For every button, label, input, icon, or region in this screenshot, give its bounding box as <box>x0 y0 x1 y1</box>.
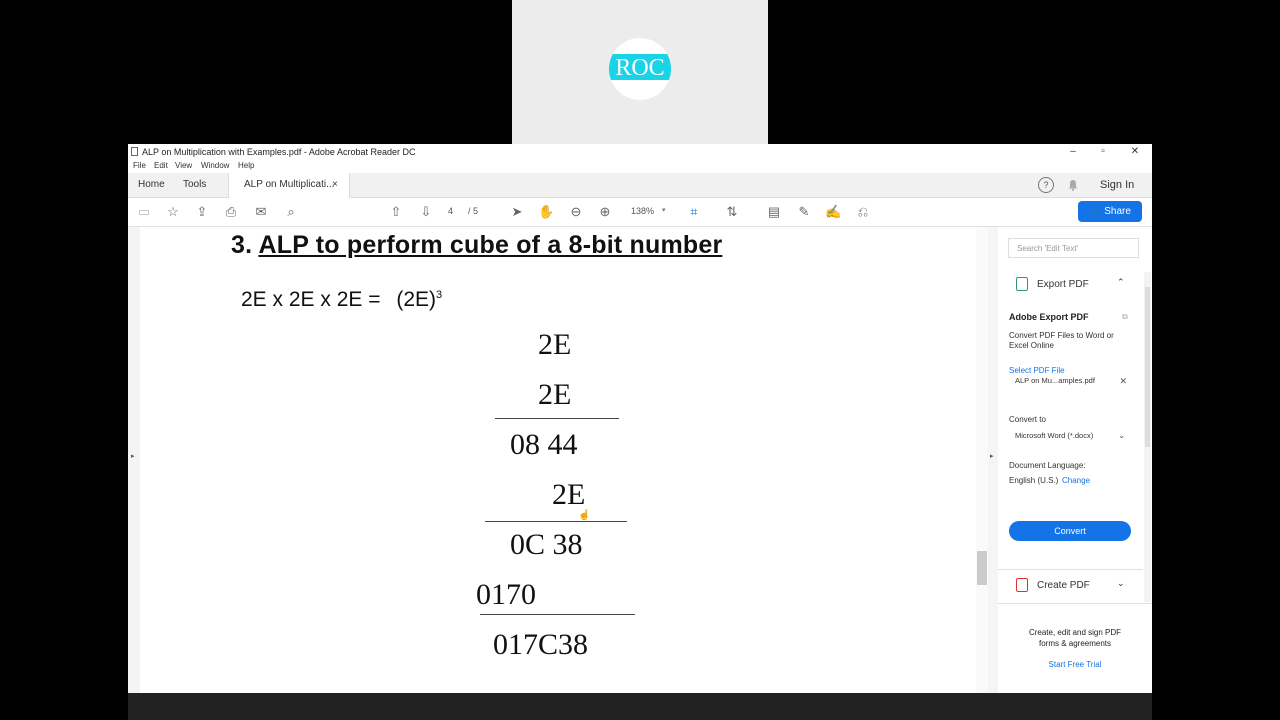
format-value: Microsoft Word (*.docx) <box>1015 431 1094 440</box>
panel-search-input[interactable]: Search 'Edit Text' <box>1008 238 1139 258</box>
work-row-2: 2E <box>538 378 572 411</box>
export-description: Convert PDF Files to Word or Excel Onlin… <box>1009 331 1114 350</box>
remove-file-icon[interactable]: ✕ <box>1119 372 1127 390</box>
menu-file[interactable]: File <box>133 161 146 170</box>
page-heading: 3. ALP to perform cube of a 8-bit number <box>231 231 722 260</box>
tab-close-icon[interactable]: × <box>332 173 338 197</box>
equation-exponent: 3 <box>436 289 443 301</box>
window-title: ALP on Multiplication with Examples.pdf … <box>142 147 416 157</box>
equation-right: (2E) <box>396 288 437 311</box>
close-window-button[interactable]: ✕ <box>1120 145 1150 159</box>
left-pane-toggle[interactable]: ▸ <box>128 227 140 693</box>
menu-window[interactable]: Window <box>201 161 229 170</box>
convert-button[interactable]: Convert <box>1009 521 1131 541</box>
print-icon[interactable]: ⎙ <box>223 204 239 220</box>
menu-view[interactable]: View <box>175 161 192 170</box>
work-row-1: 2E <box>538 328 572 361</box>
hand-cursor-icon: ☝ <box>578 510 591 521</box>
highlight-pen-icon[interactable]: ✎ <box>796 204 812 220</box>
tab-document-label: ALP on Multiplicati... <box>244 179 335 190</box>
help-icon[interactable]: ? <box>1038 177 1054 193</box>
draw-icon[interactable]: ✍ <box>825 204 841 220</box>
doc-language-value: English (U.S.) <box>1009 476 1059 485</box>
upload-icon[interactable]: ⇪ <box>194 204 210 220</box>
start-trial-link[interactable]: Start Free Trial <box>1018 660 1132 669</box>
promo-text: Create, edit and sign PDF forms & agreem… <box>1028 628 1122 648</box>
toolbar: ▭ ☆ ⇪ ⎙ ✉ ⌕ ⇧ ⇩ 4 / 5 ➤ ✋ ⊖ ⊕ 138% ▾ ⌗ ⇅… <box>128 198 1152 227</box>
zoom-level[interactable]: 138% <box>631 206 654 216</box>
copy-icon[interactable]: ⧉ <box>1122 312 1128 322</box>
equation-left: 2E x 2E x 2E = <box>241 288 381 311</box>
heading-number: 3. <box>231 231 253 259</box>
taskbar-strip <box>128 693 1152 720</box>
heading-text: ALP to perform cube of a 8-bit number <box>258 231 723 259</box>
share-button[interactable]: 👤 Share <box>1078 201 1142 222</box>
search-icon[interactable]: ⌕ <box>283 204 299 220</box>
minimize-button[interactable]: – <box>1058 145 1088 159</box>
zoom-dropdown-icon[interactable]: ▾ <box>662 206 666 214</box>
scroll-mode-icon[interactable]: ⇅ <box>724 204 740 220</box>
maximize-button[interactable]: ▫ <box>1088 145 1118 159</box>
acrobat-window: ALP on Multiplication with Examples.pdf … <box>128 144 1152 693</box>
menu-edit[interactable]: Edit <box>154 161 168 170</box>
fit-page-icon[interactable]: ⌗ <box>686 204 702 220</box>
format-select[interactable]: Microsoft Word (*.docx) ⌄ <box>1009 427 1131 445</box>
work-row-3: 08 44 <box>510 428 578 461</box>
cube-equation: 2E x 2E x 2E = (2E)3 <box>241 288 442 312</box>
export-pdf-title[interactable]: Export PDF <box>1037 279 1089 290</box>
page-down-icon[interactable]: ⇩ <box>418 204 434 220</box>
share-user-icon: 👤 <box>1089 206 1105 217</box>
tab-home[interactable]: Home <box>138 173 165 197</box>
selected-file: ALP on Mu...amples.pdf ✕ <box>1009 372 1131 390</box>
work-rule-3 <box>480 614 635 615</box>
tab-tools[interactable]: Tools <box>183 173 206 197</box>
file-name: ALP on Mu...amples.pdf <box>1015 376 1095 385</box>
comment-icon[interactable]: ▤ <box>766 204 782 220</box>
select-cursor-icon[interactable]: ➤ <box>509 204 525 220</box>
channel-logo: ROC <box>609 38 671 100</box>
create-pdf-title[interactable]: Create PDF <box>1037 580 1090 591</box>
export-pdf-icon <box>1016 277 1028 291</box>
work-rule-1 <box>495 418 619 419</box>
menu-bar: File Edit View Window Help <box>128 160 1152 173</box>
change-language-link[interactable]: Change <box>1062 476 1090 485</box>
work-row-6: 0170 <box>476 578 536 611</box>
document-scrollbar[interactable] <box>976 227 988 693</box>
bell-icon[interactable] <box>1067 178 1079 191</box>
title-bar: ALP on Multiplication with Examples.pdf … <box>128 144 1152 160</box>
work-rule-2 <box>485 521 627 522</box>
expand-chevron-icon[interactable]: ⌄ <box>1117 578 1125 589</box>
work-row-7: 017C38 <box>493 628 589 661</box>
menu-help[interactable]: Help <box>238 161 254 170</box>
zoom-in-icon[interactable]: ⊕ <box>597 204 613 220</box>
fill-sign-icon[interactable]: ⎌ <box>855 204 871 220</box>
mail-icon[interactable]: ✉ <box>253 204 269 220</box>
adobe-export-title: Adobe Export PDF <box>1009 312 1089 322</box>
save-icon[interactable]: ▭ <box>136 204 152 220</box>
page-total: / 5 <box>468 206 479 216</box>
logo-text: ROC <box>615 55 665 81</box>
panel-scroll-thumb[interactable] <box>1145 287 1150 447</box>
hand-tool-icon[interactable]: ✋ <box>538 204 554 220</box>
pdf-app-icon <box>131 147 138 156</box>
tab-bar: Home Tools ALP on Multiplicati... × ? Si… <box>128 173 1152 198</box>
sign-in-link[interactable]: Sign In <box>1100 179 1134 191</box>
convert-to-label: Convert to <box>1009 415 1046 424</box>
doc-language-label: Document Language: <box>1009 461 1086 470</box>
chevron-down-icon: ⌄ <box>1118 431 1125 440</box>
collapse-chevron-icon[interactable]: ⌃ <box>1117 277 1125 288</box>
work-row-4: 2E <box>552 478 586 511</box>
zoom-out-icon[interactable]: ⊖ <box>568 204 584 220</box>
share-label: Share <box>1104 206 1131 217</box>
tools-panel: Search 'Edit Text' Export PDF ⌃ Adobe Ex… <box>998 227 1152 693</box>
work-row-5: 0C 38 <box>510 528 583 561</box>
page-up-icon[interactable]: ⇧ <box>388 204 404 220</box>
page-number-input[interactable]: 4 <box>448 206 453 216</box>
document-scroll-thumb[interactable] <box>977 551 987 585</box>
star-icon[interactable]: ☆ <box>165 204 181 220</box>
tab-document[interactable]: ALP on Multiplicati... × <box>228 173 350 198</box>
create-pdf-icon <box>1016 578 1028 592</box>
